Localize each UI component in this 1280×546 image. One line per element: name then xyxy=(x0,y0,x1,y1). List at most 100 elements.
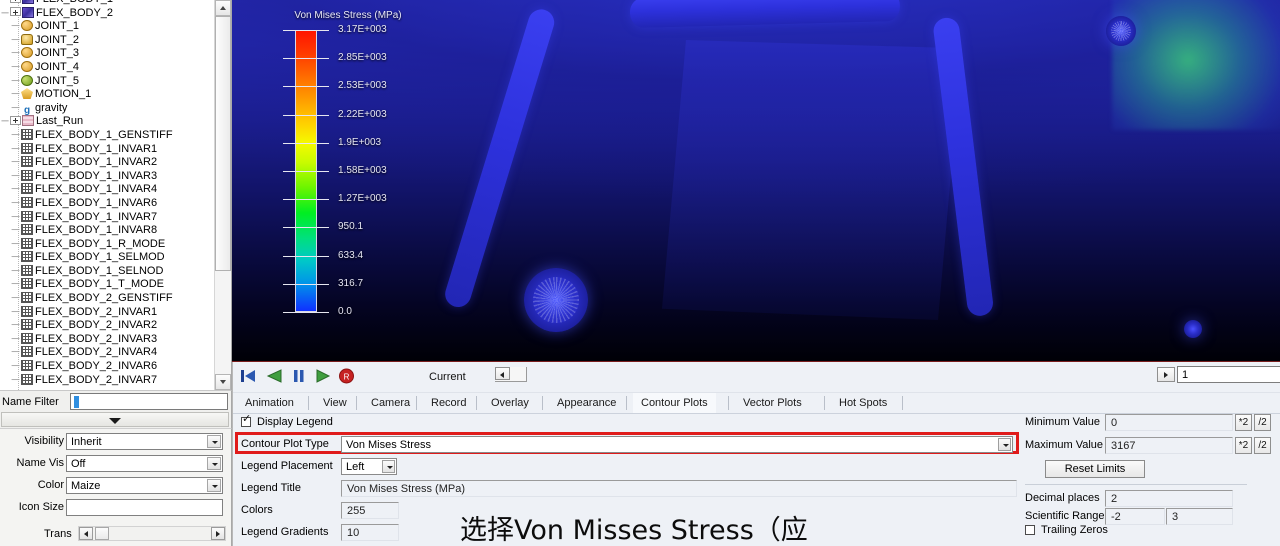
frame-number-input[interactable]: 1 xyxy=(1177,366,1280,383)
tree-item[interactable]: ─ FLEX_BODY_1_SELNOD xyxy=(0,264,214,279)
tab-appearance[interactable]: Appearance xyxy=(549,393,624,413)
trans-slider[interactable] xyxy=(78,526,226,541)
trans-slider-thumb[interactable] xyxy=(95,527,109,540)
checkbox-icon[interactable] xyxy=(241,414,251,427)
tree-item[interactable]: ─ FLEX_BODY_1_SELMOD xyxy=(0,251,214,265)
trans-increase-button[interactable] xyxy=(211,527,225,540)
tree-item[interactable]: ─ Last_Run xyxy=(0,115,214,129)
tab-overlay[interactable]: Overlay xyxy=(483,393,537,413)
tree-item-label: FLEX_BODY_2_INVAR6 xyxy=(35,360,158,373)
chevron-down-icon[interactable] xyxy=(382,460,395,473)
minimum-divide-button[interactable]: /2 xyxy=(1254,414,1271,431)
color-row: Color Maize xyxy=(0,477,232,495)
chevron-down-icon[interactable] xyxy=(207,435,221,448)
visibility-select[interactable]: Inherit xyxy=(66,433,223,450)
panel-collapse-toggle[interactable] xyxy=(1,412,229,427)
contour-plot-type-row: Contour Plot Type Von Mises Stress xyxy=(241,436,1013,454)
colors-input[interactable]: 255 xyxy=(341,502,399,519)
minimum-value-input[interactable]: 0 xyxy=(1105,414,1233,431)
tree-item[interactable]: ─ FLEX_BODY_2_INVAR6 xyxy=(0,360,214,374)
color-select[interactable]: Maize xyxy=(66,477,223,494)
current-frame-slider[interactable] xyxy=(495,367,527,382)
scroll-down-button[interactable] xyxy=(215,374,231,390)
tree-item[interactable]: ─ FLEX_BODY_1 xyxy=(0,0,214,7)
record-button[interactable]: R xyxy=(337,367,356,385)
chevron-down-icon[interactable] xyxy=(207,457,221,470)
maximum-multiply-button[interactable]: *2 xyxy=(1235,437,1252,454)
tree-item[interactable]: ─ FLEX_BODY_1_INVAR1 xyxy=(0,142,214,157)
tab-hot-spots[interactable]: Hot Spots xyxy=(831,393,895,413)
tree-item[interactable]: ─ FLEX_BODY_2_INVAR2 xyxy=(0,319,214,333)
expand-toggle-icon[interactable] xyxy=(10,115,21,125)
tree-item[interactable]: ─ FLEX_BODY_1_GENSTIFF xyxy=(0,128,214,143)
tab-record[interactable]: Record xyxy=(423,393,474,413)
tree-item[interactable]: ─ JOINT_1 xyxy=(0,20,214,34)
reset-limits-button[interactable]: Reset Limits xyxy=(1045,460,1145,478)
scrollbar-thumb[interactable] xyxy=(215,16,231,271)
tree-item[interactable]: ─ g gravity xyxy=(0,102,214,116)
model-tree[interactable]: ─ FLEX_BODY_1 ─ FLEX_BODY_2 ─ JOINT_1 ─ JOINT_2… xyxy=(0,0,214,390)
tree-vertical-scrollbar[interactable] xyxy=(214,0,231,390)
expand-toggle-icon[interactable] xyxy=(10,0,21,3)
tab-contour-plots[interactable]: Contour Plots xyxy=(633,393,716,413)
tree-item[interactable]: ─ FLEX_BODY_1_T_MODE xyxy=(0,278,214,292)
tree-item-label: FLEX_BODY_1_R_MODE xyxy=(35,237,166,250)
joint-hub-bottom-left xyxy=(524,268,588,332)
maximum-value-input[interactable]: 3167 xyxy=(1105,437,1233,454)
minimum-multiply-button[interactable]: *2 xyxy=(1235,414,1252,431)
icon-size-input[interactable] xyxy=(66,499,223,516)
slider-thumb[interactable] xyxy=(495,367,510,380)
legend-gradients-input[interactable]: 10 xyxy=(341,524,399,541)
name-filter-input[interactable] xyxy=(70,393,228,410)
tree-branch-icon: ─ xyxy=(11,101,20,114)
frame-stepper-button[interactable] xyxy=(1157,367,1175,382)
checkbox-icon[interactable] xyxy=(1025,525,1035,535)
tree-item[interactable]: ─ FLEX_BODY_1_INVAR3 xyxy=(0,169,214,184)
decimal-places-input[interactable]: 2 xyxy=(1105,490,1233,507)
tab-camera[interactable]: Camera xyxy=(363,393,418,413)
frame-number-value: 1 xyxy=(1182,369,1189,381)
tree-item[interactable]: ─ FLEX_BODY_2_INVAR7 xyxy=(0,373,214,388)
scientific-range-low-input[interactable]: -2 xyxy=(1105,508,1165,525)
tree-item[interactable]: ─ FLEX_BODY_2_GENSTIFF xyxy=(0,292,214,306)
tree-item[interactable]: ─ JOINT_3 xyxy=(0,47,214,61)
tree-item[interactable]: ─ JOINT_5 xyxy=(0,74,214,89)
tree-item[interactable]: ─ FLEX_BODY_1_INVAR6 xyxy=(0,196,214,211)
scroll-up-button[interactable] xyxy=(215,0,231,16)
trailing-zeros-checkbox[interactable]: Trailing Zeros xyxy=(1025,524,1185,538)
tab-animation[interactable]: Animation xyxy=(237,393,302,413)
step-back-button[interactable] xyxy=(265,367,284,385)
display-legend-checkbox[interactable]: Display Legend xyxy=(241,414,541,430)
legend-placement-select[interactable]: Left xyxy=(341,458,397,475)
chevron-down-icon[interactable] xyxy=(207,479,221,492)
contour-plot-type-select[interactable]: Von Mises Stress xyxy=(341,436,1013,453)
tree-item[interactable]: ─ MOTION_1 xyxy=(0,88,214,102)
tree-item[interactable]: ─ FLEX_BODY_2_INVAR4 xyxy=(0,346,214,360)
pause-button[interactable] xyxy=(289,367,308,385)
name-vis-select[interactable]: Off xyxy=(66,455,223,472)
scientific-range-high-input[interactable]: 3 xyxy=(1166,508,1233,525)
tree-item[interactable]: ─ JOINT_4 xyxy=(0,60,214,75)
matrix-icon xyxy=(21,346,33,358)
tab-vector-plots[interactable]: Vector Plots xyxy=(735,393,810,413)
play-button[interactable] xyxy=(313,367,332,385)
tree-item[interactable]: ─ JOINT_2 xyxy=(0,33,214,48)
3d-viewport[interactable]: Von Mises Stress (MPa) 3.17E+003 2.85E+00… xyxy=(232,0,1280,362)
tree-item[interactable]: ─ FLEX_BODY_2 xyxy=(0,6,214,21)
tree-branch-icon: ─ xyxy=(11,251,20,264)
tree-item[interactable]: ─ FLEX_BODY_2_INVAR3 xyxy=(0,332,214,347)
maximum-divide-button[interactable]: /2 xyxy=(1254,437,1271,454)
skip-to-start-button[interactable] xyxy=(239,367,258,385)
legend-tick-mark xyxy=(283,312,329,313)
tree-item[interactable]: ─ FLEX_BODY_1_R_MODE xyxy=(0,237,214,252)
tree-item[interactable]: ─ FLEX_BODY_1_INVAR4 xyxy=(0,183,214,197)
trans-decrease-button[interactable] xyxy=(79,527,93,540)
tree-item[interactable]: ─ FLEX_BODY_1_INVAR8 xyxy=(0,224,214,238)
legend-title-input[interactable]: Von Mises Stress (MPa) xyxy=(341,480,1017,497)
expand-toggle-icon[interactable] xyxy=(10,7,21,17)
chevron-down-icon[interactable] xyxy=(998,438,1011,451)
tree-item[interactable]: ─ FLEX_BODY_1_INVAR2 xyxy=(0,156,214,170)
tab-view[interactable]: View xyxy=(315,393,355,413)
tree-item[interactable]: ─ FLEX_BODY_2_INVAR1 xyxy=(0,305,214,320)
tree-item[interactable]: ─ FLEX_BODY_1_INVAR7 xyxy=(0,210,214,225)
